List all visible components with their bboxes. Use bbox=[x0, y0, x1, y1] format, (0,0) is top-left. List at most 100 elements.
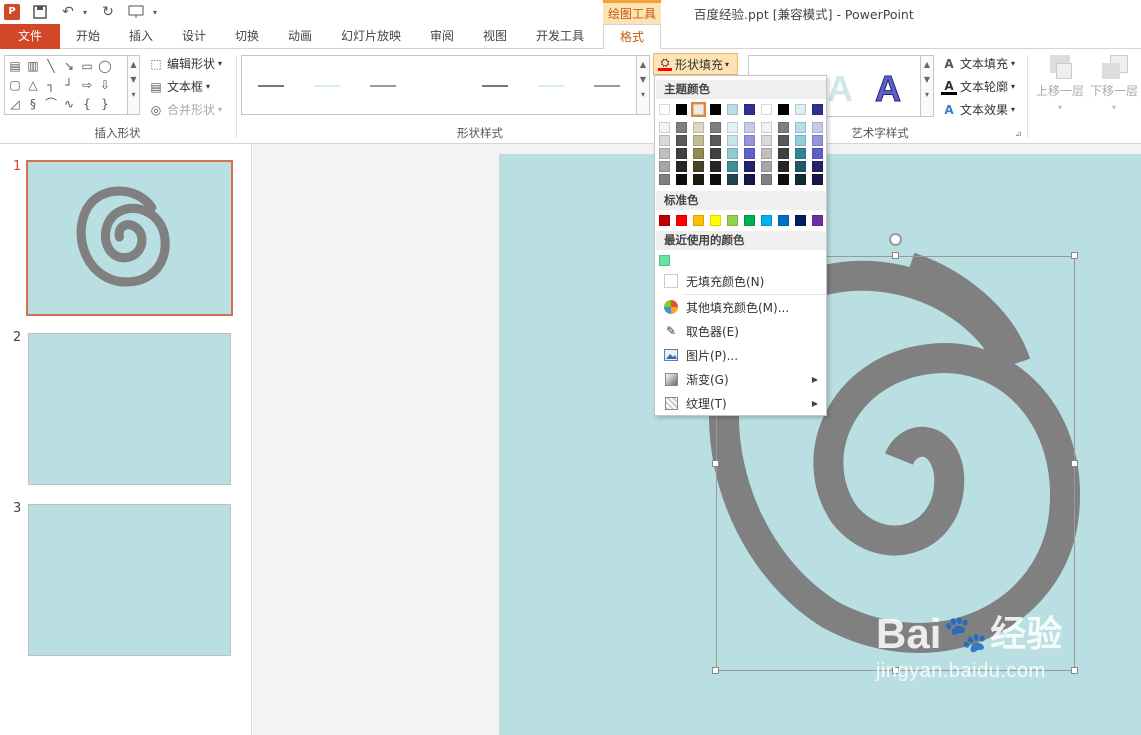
theme-color-swatch[interactable] bbox=[795, 104, 806, 115]
theme-shade-swatch[interactable] bbox=[761, 135, 772, 146]
standard-color-swatch[interactable] bbox=[812, 215, 823, 226]
standard-color-swatch[interactable] bbox=[744, 215, 755, 226]
curve-shape-icon[interactable]: ∿ bbox=[61, 96, 77, 112]
theme-shade-swatch[interactable] bbox=[778, 161, 789, 172]
theme-shade-swatch[interactable] bbox=[659, 122, 670, 133]
theme-shade-swatch[interactable] bbox=[676, 122, 687, 133]
line-shape-icon[interactable]: ╲ bbox=[43, 58, 59, 74]
theme-shade-swatch[interactable] bbox=[710, 135, 721, 146]
tab-review[interactable]: 审阅 bbox=[424, 24, 460, 49]
theme-shade-swatch[interactable] bbox=[693, 122, 704, 133]
theme-shade-swatch[interactable] bbox=[744, 135, 755, 146]
theme-shade-swatch[interactable] bbox=[778, 174, 789, 185]
wordart-preset-blue[interactable]: A bbox=[875, 68, 902, 110]
tab-developer[interactable]: 开发工具 bbox=[530, 24, 590, 49]
right-brace-shape-icon[interactable]: } bbox=[97, 96, 113, 112]
theme-shade-swatch[interactable] bbox=[676, 148, 687, 159]
oval-shape-icon[interactable]: ◯ bbox=[97, 58, 113, 74]
theme-shade-swatch[interactable] bbox=[710, 122, 721, 133]
shapes-gallery-scroll[interactable]: ▲ ▼ ▾ bbox=[127, 56, 139, 114]
scribble-shape-icon[interactable]: § bbox=[25, 96, 41, 112]
slide-thumbnail-3[interactable] bbox=[28, 504, 231, 656]
standard-color-swatch[interactable] bbox=[761, 215, 772, 226]
theme-shade-swatch[interactable] bbox=[727, 122, 738, 133]
standard-color-swatch[interactable] bbox=[778, 215, 789, 226]
theme-color-swatch[interactable] bbox=[676, 104, 687, 115]
tab-file[interactable]: 文件 bbox=[0, 24, 60, 49]
theme-color-swatch[interactable] bbox=[778, 104, 789, 115]
standard-color-swatch[interactable] bbox=[659, 215, 670, 226]
style-preset-6[interactable] bbox=[594, 85, 620, 87]
theme-shade-swatch[interactable] bbox=[710, 148, 721, 159]
theme-shade-swatch[interactable] bbox=[710, 161, 721, 172]
picture-fill-menu-item[interactable]: 图片(P)... bbox=[656, 343, 826, 367]
slide-thumbnail-1[interactable] bbox=[25, 159, 234, 317]
theme-shade-swatch[interactable] bbox=[727, 174, 738, 185]
standard-color-swatch[interactable] bbox=[795, 215, 806, 226]
theme-color-swatch[interactable] bbox=[659, 104, 670, 115]
text-effects-button[interactable]: A 文本效果 ▾ bbox=[941, 100, 1015, 120]
down-arrow-shape-icon[interactable]: ⇩ bbox=[97, 77, 113, 93]
theme-shade-swatch[interactable] bbox=[812, 122, 823, 133]
theme-shade-swatch[interactable] bbox=[727, 148, 738, 159]
dialog-launcher-icon[interactable]: ⊿ bbox=[1015, 129, 1022, 138]
resize-handle[interactable] bbox=[1071, 460, 1078, 467]
freeform-shape-icon[interactable]: ◿ bbox=[7, 96, 23, 112]
triangle-shape-icon[interactable]: △ bbox=[25, 77, 41, 93]
style-preset-3[interactable] bbox=[370, 85, 396, 87]
slide-thumbnail-2[interactable] bbox=[28, 333, 231, 485]
standard-color-swatch[interactable] bbox=[727, 215, 738, 226]
wordart-preset-light[interactable]: A bbox=[827, 68, 853, 110]
redo-icon[interactable]: ↻ bbox=[96, 0, 120, 24]
bring-forward-button[interactable]: 上移一层 ▾ bbox=[1033, 53, 1087, 115]
theme-shade-swatch[interactable] bbox=[761, 122, 772, 133]
text-box-button[interactable]: ▤ 文本框 ▾ bbox=[148, 77, 210, 97]
theme-color-swatch[interactable] bbox=[710, 104, 721, 115]
style-preset-5[interactable] bbox=[538, 85, 564, 87]
tab-design[interactable]: 设计 bbox=[176, 24, 212, 49]
style-preset-1[interactable] bbox=[258, 85, 284, 87]
theme-shade-swatch[interactable] bbox=[744, 122, 755, 133]
theme-shade-swatch[interactable] bbox=[693, 174, 704, 185]
elbow-connector-shape-icon[interactable]: ┐ bbox=[43, 77, 59, 93]
theme-shade-swatch[interactable] bbox=[795, 161, 806, 172]
resize-handle[interactable] bbox=[1071, 252, 1078, 259]
theme-shade-swatch[interactable] bbox=[761, 148, 772, 159]
standard-color-swatch[interactable] bbox=[676, 215, 687, 226]
standard-color-swatch[interactable] bbox=[710, 215, 721, 226]
no-fill-menu-item[interactable]: 无填充颜色(N) bbox=[656, 269, 826, 293]
more-fill-colors-menu-item[interactable]: 其他填充颜色(M)... bbox=[656, 295, 826, 319]
edit-shape-button[interactable]: ⬚ 编辑形状 ▾ bbox=[148, 54, 222, 74]
styles-gallery-scroll[interactable]: ▲ ▼ ▾ bbox=[636, 56, 649, 114]
eyedropper-menu-item[interactable]: ✎ 取色器(E) bbox=[656, 319, 826, 343]
theme-color-swatch[interactable] bbox=[812, 104, 823, 115]
theme-shade-swatch[interactable] bbox=[744, 161, 755, 172]
resize-handle[interactable] bbox=[892, 252, 899, 259]
theme-shade-swatch[interactable] bbox=[795, 174, 806, 185]
customize-qat-icon[interactable]: ▾ bbox=[148, 0, 162, 24]
theme-shade-swatch[interactable] bbox=[812, 161, 823, 172]
theme-shade-swatch[interactable] bbox=[659, 161, 670, 172]
text-outline-button[interactable]: A 文本轮廓 ▾ bbox=[941, 77, 1015, 97]
theme-shade-swatch[interactable] bbox=[676, 161, 687, 172]
insert-shapes-gallery[interactable]: ▤ ▥ ╲ ↘ ▭ ◯ ▢ △ ┐ ┘ ⇨ ⇩ ◿ § ⌒ ∿ { } ▲ ▼ ▾ bbox=[4, 55, 140, 115]
theme-shade-swatch[interactable] bbox=[693, 148, 704, 159]
recent-color-swatch[interactable] bbox=[659, 255, 670, 266]
vertical-textbox-shape-icon[interactable]: ▥ bbox=[25, 58, 41, 74]
theme-shade-swatch[interactable] bbox=[778, 148, 789, 159]
theme-color-swatch[interactable] bbox=[744, 104, 755, 115]
resize-handle[interactable] bbox=[712, 460, 719, 467]
theme-shade-swatch[interactable] bbox=[693, 135, 704, 146]
theme-shade-swatch[interactable] bbox=[676, 174, 687, 185]
resize-handle[interactable] bbox=[1071, 667, 1078, 674]
theme-shade-swatch[interactable] bbox=[812, 135, 823, 146]
arc-shape-icon[interactable]: ⌒ bbox=[43, 96, 59, 112]
theme-shade-swatch[interactable] bbox=[659, 135, 670, 146]
undo-dropdown-icon[interactable]: ▾ bbox=[80, 0, 90, 24]
elbow-arrow-shape-icon[interactable]: ┘ bbox=[61, 77, 77, 93]
tab-home[interactable]: 开始 bbox=[70, 24, 106, 49]
merge-shapes-button[interactable]: ◎ 合并形状 ▾ bbox=[148, 100, 222, 120]
theme-shade-swatch[interactable] bbox=[710, 174, 721, 185]
theme-color-swatch[interactable] bbox=[761, 104, 772, 115]
start-slideshow-icon[interactable] bbox=[124, 0, 148, 24]
